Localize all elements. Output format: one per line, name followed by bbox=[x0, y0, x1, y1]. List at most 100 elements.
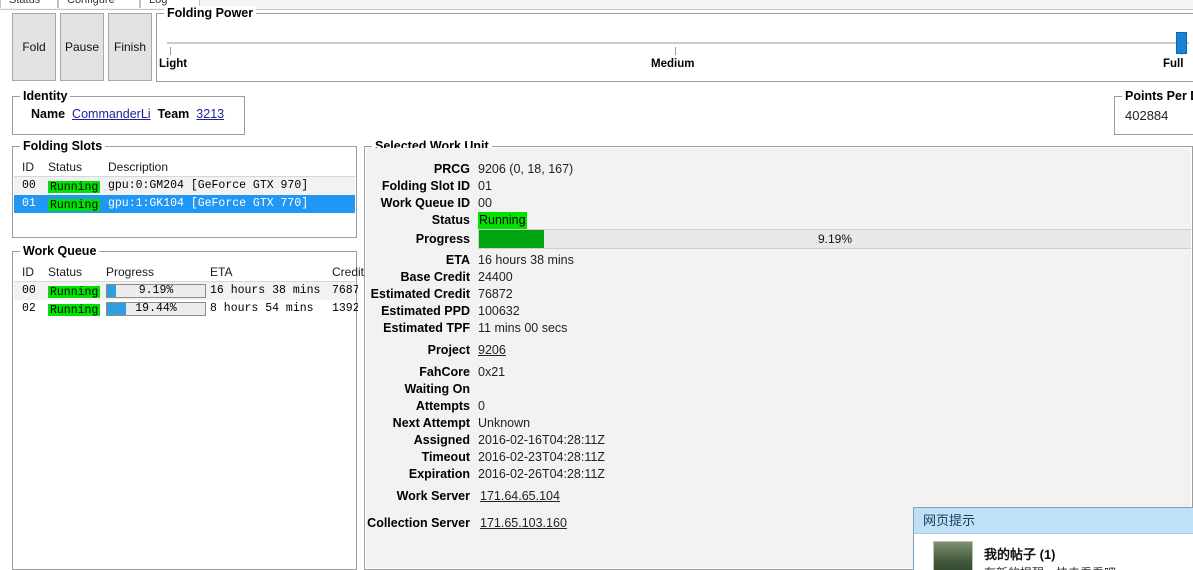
queue-status: Running bbox=[48, 284, 101, 298]
folding-slots-row-00[interactable]: 00 Running gpu:0:GM204 [GeForce GTX 970] bbox=[14, 177, 355, 195]
work-queue-row-00[interactable]: 00 Running 9.19% 16 hours 38 mins 76872 bbox=[14, 282, 358, 300]
swu-field-prcg: PRCG 9206 (0, 18, 167) bbox=[366, 161, 1191, 178]
swu-field-estimated-tpf: Estimated TPF 11 mins 00 secs bbox=[366, 320, 1191, 337]
work-queue-row-02[interactable]: 02 Running 19.44% 8 hours 54 mins 13924 bbox=[14, 300, 358, 318]
identity-name-link[interactable]: CommanderLi bbox=[72, 107, 151, 121]
swu-assigned-value: 2016-02-16T04:28:11Z bbox=[478, 433, 605, 447]
swu-eta-label: ETA bbox=[445, 253, 470, 267]
queue-credit: 76872 bbox=[332, 284, 358, 297]
slider-label-full: Full bbox=[1163, 58, 1184, 70]
folding-slots-group: Folding Slots ID Status Description 00 R… bbox=[12, 139, 357, 238]
swu-timeout-label: Timeout bbox=[421, 450, 470, 464]
identity-team-link[interactable]: 3213 bbox=[196, 107, 224, 121]
swu-progress-label: Progress bbox=[415, 232, 470, 246]
folding-power-slider-track[interactable] bbox=[167, 42, 1189, 44]
slider-tick-medium bbox=[675, 47, 676, 55]
swu-project-link[interactable]: 9206 bbox=[478, 342, 506, 359]
swu-status-label: Status bbox=[431, 213, 470, 227]
slot-id: 01 bbox=[22, 197, 36, 210]
swu-attempts-label: Attempts bbox=[415, 399, 470, 413]
swu-prcg-value: 9206 (0, 18, 167) bbox=[478, 162, 574, 176]
work-queue-group: Work Queue ID Status Progress ETA Credit… bbox=[12, 244, 364, 570]
swu-work-server-link[interactable]: 171.64.65.104 bbox=[480, 488, 560, 505]
swu-field-status: Status Running bbox=[366, 212, 1191, 229]
swu-field-attempts: Attempts 0 bbox=[366, 398, 1191, 415]
swu-field-estimated-credit: Estimated Credit 76872 bbox=[366, 286, 1191, 303]
swu-folding-slot-id-label: Folding Slot ID bbox=[381, 179, 470, 193]
swu-eta-value: 16 hours 38 mins bbox=[478, 253, 574, 267]
queue-eta: 8 hours 54 mins bbox=[210, 302, 314, 315]
swu-field-folding-slot-id: Folding Slot ID 01 bbox=[366, 178, 1191, 195]
swu-expiration-value: 2016-02-26T04:28:11Z bbox=[478, 467, 605, 481]
swu-estimated-ppd-value: 100632 bbox=[478, 304, 520, 318]
slider-tick-light bbox=[170, 47, 171, 55]
swu-field-estimated-ppd: Estimated PPD 100632 bbox=[366, 303, 1191, 320]
swu-progress-text: 9.19% bbox=[817, 232, 853, 246]
swu-estimated-ppd-label: Estimated PPD bbox=[381, 304, 470, 318]
swu-status-badge: Running bbox=[478, 212, 527, 229]
fahcontrol-window: Status Configure Log Fold Pause Finish F… bbox=[0, 0, 1193, 570]
queue-status-badge: Running bbox=[48, 304, 101, 316]
notification-popup-title: 网页提示 bbox=[914, 508, 1193, 534]
swu-project-label: Project bbox=[427, 343, 470, 357]
swu-estimated-credit-label: Estimated Credit bbox=[370, 287, 470, 301]
notification-popup[interactable]: 网页提示 我的帖子 (1) 有新的提醒，快去看看吧 bbox=[913, 507, 1193, 570]
folding-slots-legend: Folding Slots bbox=[20, 139, 106, 153]
finish-button[interactable]: Finish bbox=[108, 13, 152, 81]
selected-work-unit-body: PRCG 9206 (0, 18, 167) Folding Slot ID 0… bbox=[366, 148, 1191, 568]
work-queue-col-eta: ETA bbox=[210, 265, 233, 279]
queue-id: 02 bbox=[22, 302, 36, 315]
notification-heading[interactable]: 我的帖子 (1) bbox=[984, 544, 1056, 563]
tab-configure-label: Configure bbox=[67, 0, 115, 6]
folding-slots-header: ID Status Description bbox=[14, 158, 355, 176]
swu-attempts-value: 0 bbox=[478, 399, 485, 413]
swu-fahcore-value: 0x21 bbox=[478, 365, 506, 379]
identity-name-label: Name bbox=[31, 107, 66, 121]
tab-configure[interactable]: Configure bbox=[58, 0, 140, 8]
swu-field-fahcore: FahCore 0x21 bbox=[366, 364, 1191, 381]
slot-status-badge: Running bbox=[48, 199, 101, 211]
swu-field-work-queue-id: Work Queue ID 00 bbox=[366, 195, 1191, 212]
folding-slots-col-status: Status bbox=[48, 160, 83, 174]
swu-next-attempt-value: Unknown bbox=[478, 416, 531, 430]
swu-folding-slot-id-value: 01 bbox=[478, 179, 492, 193]
slot-description: gpu:1:GK104 [GeForce GTX 770] bbox=[108, 197, 309, 210]
swu-waiting-on-label: Waiting On bbox=[404, 382, 471, 396]
identity-legend: Identity bbox=[20, 89, 71, 103]
swu-field-assigned: Assigned 2016-02-16T04:28:11Z bbox=[366, 432, 1191, 449]
pause-button[interactable]: Pause bbox=[60, 13, 104, 81]
swu-collection-server-link[interactable]: 171.65.103.160 bbox=[480, 515, 567, 532]
swu-timeout-value: 2016-02-23T04:28:11Z bbox=[478, 450, 605, 464]
swu-expiration-label: Expiration bbox=[408, 467, 470, 481]
work-queue-col-progress: Progress bbox=[106, 265, 155, 279]
swu-field-next-attempt: Next Attempt Unknown bbox=[366, 415, 1191, 432]
queue-progress-text: 9.19% bbox=[138, 284, 174, 297]
folding-slots-col-id: ID bbox=[22, 160, 34, 174]
swu-field-timeout: Timeout 2016-02-23T04:28:11Z bbox=[366, 449, 1191, 466]
swu-field-waiting-on: Waiting On bbox=[366, 381, 1191, 398]
swu-collection-server-label: Collection Server bbox=[367, 516, 470, 530]
swu-prcg-label: PRCG bbox=[433, 162, 470, 176]
fold-button[interactable]: Fold bbox=[12, 13, 56, 81]
identity-row: Name CommanderLi Team 3213 bbox=[31, 107, 224, 121]
identity-team-label: Team bbox=[157, 107, 190, 121]
swu-next-attempt-label: Next Attempt bbox=[392, 416, 470, 430]
points-per-day-group: Points Per Day 402884 bbox=[1114, 89, 1193, 135]
swu-base-credit-label: Base Credit bbox=[400, 270, 470, 284]
queue-status-badge: Running bbox=[48, 286, 101, 298]
folding-power-slider-handle[interactable] bbox=[1176, 32, 1187, 54]
slider-label-medium: Medium bbox=[651, 58, 695, 70]
work-queue-col-status: Status bbox=[48, 265, 83, 279]
points-per-day-value: 402884 bbox=[1125, 108, 1169, 123]
tab-status[interactable]: Status bbox=[0, 0, 58, 8]
folding-slots-row-01[interactable]: 01 Running gpu:1:GK104 [GeForce GTX 770] bbox=[14, 195, 355, 213]
work-queue-col-id: ID bbox=[22, 265, 34, 279]
swu-base-credit-value: 24400 bbox=[478, 270, 513, 284]
points-per-day-legend: Points Per Day bbox=[1122, 89, 1193, 103]
swu-work-server-label: Work Server bbox=[396, 489, 470, 503]
queue-id: 00 bbox=[22, 284, 36, 297]
swu-progress-bar: 9.19% bbox=[478, 229, 1191, 249]
queue-credit: 13924 bbox=[332, 302, 358, 315]
tab-status-label: Status bbox=[9, 0, 41, 6]
slider-label-light: Light bbox=[159, 58, 188, 70]
